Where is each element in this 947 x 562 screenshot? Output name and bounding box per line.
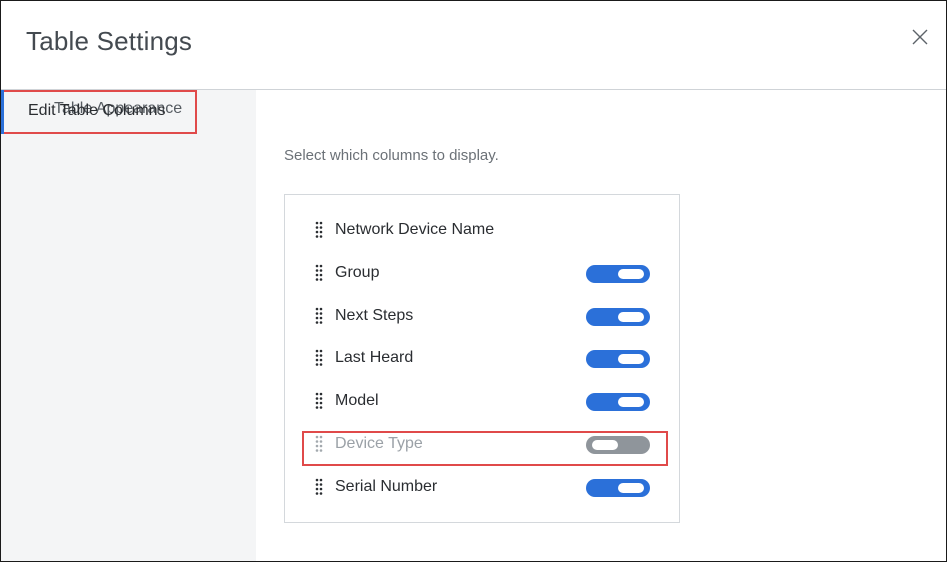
table-settings-dialog: Table Settings Table Appearance Edit Tab… [0, 0, 947, 562]
column-row-device-type[interactable]: Device Type [285, 429, 679, 459]
column-row-next-steps[interactable]: Next Steps [285, 301, 679, 331]
toggle-knob [618, 269, 644, 279]
settings-main: Select which columns to display. Network… [257, 90, 946, 561]
toggle-model[interactable] [586, 393, 650, 411]
column-label: Network Device Name [335, 221, 495, 238]
column-row-serial-number[interactable]: Serial Number [285, 472, 679, 502]
toggle-device-type[interactable] [586, 436, 650, 454]
dialog-title: Table Settings [26, 26, 193, 56]
drag-handle-icon[interactable] [315, 435, 323, 453]
toggle-next-steps[interactable] [586, 308, 650, 326]
toggle-knob [618, 483, 644, 493]
toggle-knob [618, 354, 644, 364]
column-label: Group [335, 264, 380, 281]
toggle-knob [618, 397, 644, 407]
drag-handle-icon[interactable] [315, 392, 323, 410]
column-label: Model [335, 392, 379, 409]
dialog-header: Table Settings [1, 1, 946, 90]
sidebar-item-label: Edit Table Columns [28, 102, 166, 119]
column-label: Device Type [335, 435, 423, 452]
column-row-group[interactable]: Group [285, 258, 679, 288]
close-icon[interactable] [910, 27, 930, 47]
toggle-knob [592, 440, 618, 450]
column-label: Next Steps [335, 307, 414, 324]
column-row-network-device-name[interactable]: Network Device Name [285, 215, 679, 245]
drag-handle-icon[interactable] [315, 221, 323, 239]
toggle-knob [618, 312, 644, 322]
drag-handle-icon[interactable] [315, 478, 323, 496]
drag-handle-icon[interactable] [315, 349, 323, 367]
column-row-model[interactable]: Model [285, 386, 679, 416]
active-indicator [1, 90, 4, 134]
drag-handle-icon[interactable] [315, 307, 323, 325]
column-label: Last Heard [335, 349, 414, 366]
column-row-last-heard[interactable]: Last Heard [285, 343, 679, 373]
helper-text: Select which columns to display. [284, 147, 499, 164]
toggle-group[interactable] [586, 265, 650, 283]
toggle-last-heard[interactable] [586, 350, 650, 368]
settings-sidebar: Table Appearance Edit Table Columns [1, 90, 256, 561]
column-label: Serial Number [335, 478, 438, 495]
column-list: Network Device Name Group Next Steps Las… [284, 194, 680, 523]
toggle-serial-number[interactable] [586, 479, 650, 497]
drag-handle-icon[interactable] [315, 264, 323, 282]
